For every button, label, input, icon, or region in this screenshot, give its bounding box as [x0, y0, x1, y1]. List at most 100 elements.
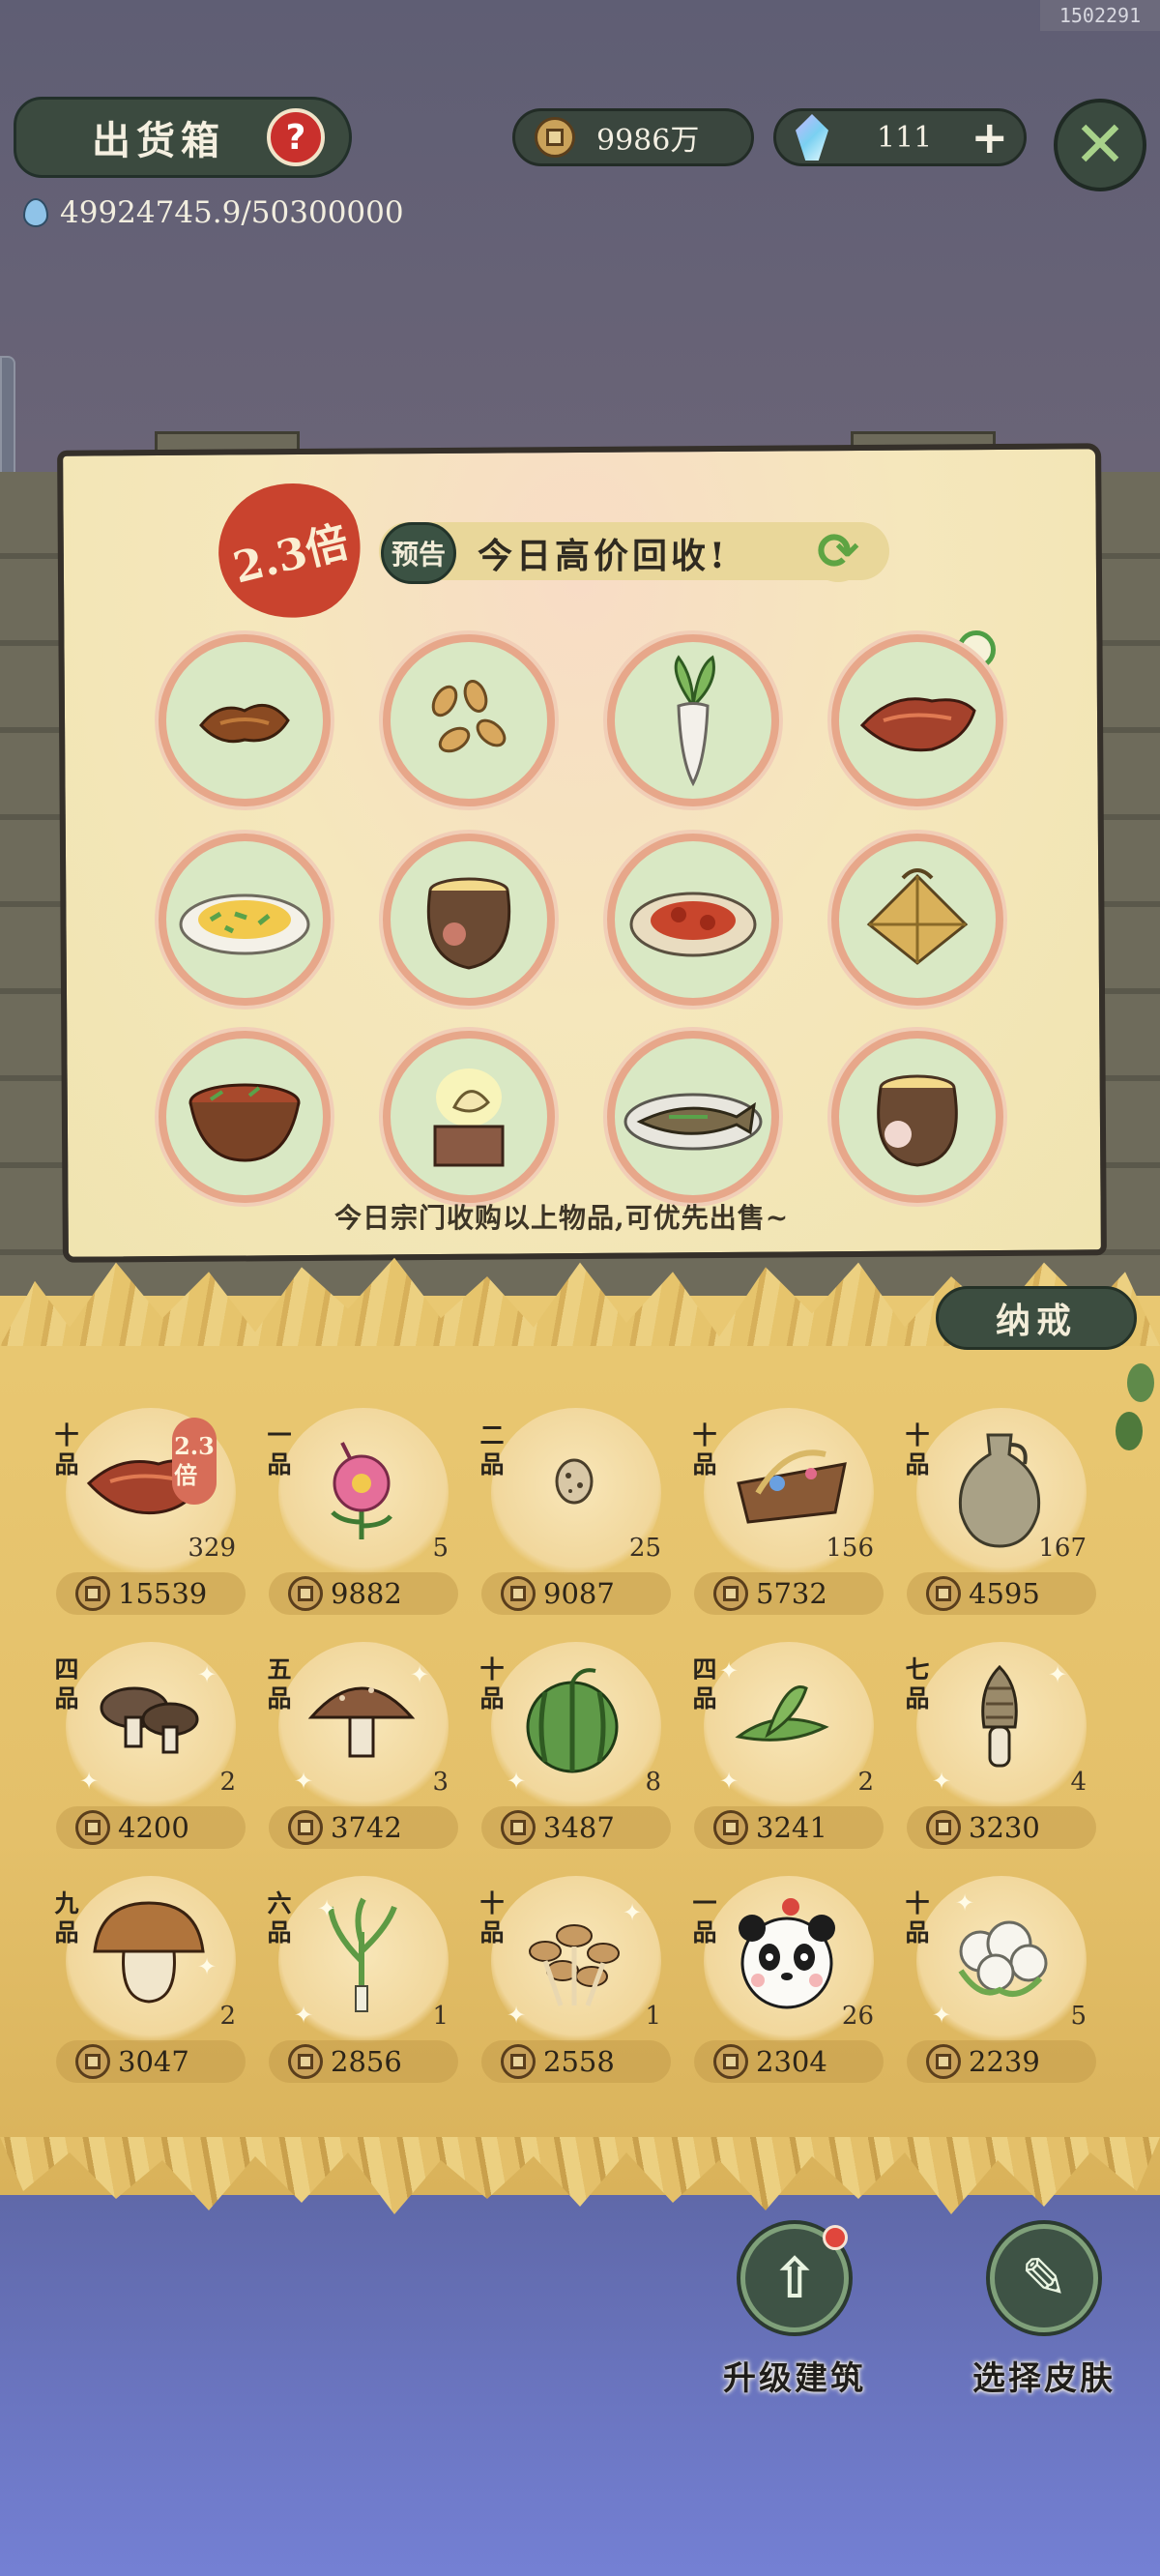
sparkle-icon: ✦: [294, 1768, 314, 1795]
item-price: 15539: [118, 1577, 208, 1610]
hot-item-radish[interactable]: [607, 634, 779, 806]
inventory-slot[interactable]: ✦ ✦ 十品 1 2558: [478, 1876, 671, 2089]
pink-flower-icon: [331, 1442, 392, 1539]
coin-counter[interactable]: 9986万: [512, 108, 754, 166]
question-icon[interactable]: ?: [267, 108, 325, 166]
item-grade: 五品: [267, 1655, 292, 1712]
price-tag: 2304: [694, 2040, 884, 2083]
herb-bundle-icon: [737, 1449, 847, 1524]
coin-icon: [75, 1576, 110, 1611]
item-grade: 四品: [54, 1655, 79, 1712]
price-tag: 3742: [269, 1806, 458, 1849]
hot-item-steamed-fish[interactable]: [607, 1031, 779, 1203]
roasted-meat-icon: [199, 703, 290, 744]
hot-item-clay-pot-soup[interactable]: [383, 834, 555, 1006]
coin-icon: [535, 117, 575, 158]
notification-dot: [823, 2225, 848, 2250]
item-price: 2239: [969, 2045, 1040, 2078]
inventory-slot[interactable]: ✦ ✦ 六品 1 2856: [265, 1876, 458, 2089]
item-count: 5: [432, 1534, 449, 1563]
item-count: 25: [628, 1534, 661, 1563]
upgrade-building-label: 升级建筑: [723, 2359, 866, 2398]
hot-item-seeds[interactable]: [383, 634, 555, 806]
watermelon-icon: [526, 1668, 619, 1773]
hot-item-golden-pedestal[interactable]: [383, 1031, 555, 1203]
tab-nazi[interactable]: 纳戒: [936, 1286, 1137, 1350]
upgrade-building-button[interactable]: ⇧ 升级建筑: [698, 2224, 891, 2408]
clay-jar-icon: [958, 1433, 1041, 1548]
item-count: 8: [645, 1768, 661, 1797]
item-price: 2856: [331, 2045, 402, 2078]
price-tag: 2856: [269, 2040, 458, 2083]
choose-skin-button[interactable]: ✎ 选择皮肤: [947, 2224, 1141, 2408]
green-onion-icon: [328, 1897, 397, 2012]
item-grade: 一品: [692, 1889, 717, 1947]
inventory-slot[interactable]: ✦ ✦ 五品 3 3742: [265, 1642, 458, 1855]
hot-item-zongzi-basket[interactable]: [831, 834, 1003, 1006]
hot-item-porcelain-pot[interactable]: [831, 1031, 1003, 1203]
close-icon: ✕: [1073, 107, 1127, 182]
item-count: 2: [857, 1768, 874, 1797]
seeds-icon: [431, 680, 507, 753]
inventory-slot[interactable]: 十品 2.3 倍 329 15539: [52, 1408, 246, 1621]
porcini-icon: [93, 1901, 205, 2004]
hot-item-meat-bowl[interactable]: [159, 1031, 331, 1203]
item-count: 1: [432, 2002, 449, 2031]
price-tag: 5732: [694, 1572, 884, 1615]
coin-icon: [288, 1576, 323, 1611]
inventory-slot[interactable]: ✦ ✦ 十品 5 2239: [903, 1876, 1096, 2089]
bonus-tag: 2.3 倍: [172, 1418, 217, 1505]
gem-counter: 111 +: [773, 108, 1027, 166]
sparkle-icon: ✦: [294, 2002, 314, 2029]
inventory-slot[interactable]: ✦ 十品 8 3487: [478, 1642, 671, 1855]
inventory-slot[interactable]: ✦ ✦ 四品 2 3241: [690, 1642, 884, 1855]
item-price: 3047: [118, 2045, 189, 2078]
inventory-slot[interactable]: 十品 167 4595: [903, 1408, 1096, 1621]
preview-button[interactable]: 预告: [381, 522, 456, 584]
panda-icon: [739, 1898, 835, 2009]
item-price: 4595: [969, 1577, 1040, 1610]
hot-item-braised-pork[interactable]: [831, 634, 1003, 806]
inventory-slot[interactable]: 一品 5 9882: [265, 1408, 458, 1621]
item-price: 2558: [543, 2045, 615, 2078]
inventory-slot[interactable]: 一品 26 2304: [690, 1876, 884, 2089]
add-gems-button[interactable]: +: [971, 115, 1008, 160]
price-tag: 3487: [481, 1806, 671, 1849]
sparkle-icon: ✦: [1048, 1661, 1068, 1688]
inventory-slot[interactable]: ✦ 九品 2 3047: [52, 1876, 246, 2089]
item-price: 9087: [543, 1577, 615, 1610]
inventory-slot[interactable]: ✦ ✦ 七品 4 3230: [903, 1642, 1096, 1855]
item-grade: 十品: [905, 1421, 930, 1478]
refresh-button[interactable]: ⟳: [808, 522, 868, 582]
hot-item-fried-egg-dish[interactable]: [159, 834, 331, 1006]
gem-amount: 111: [877, 120, 933, 155]
item-grade: 四品: [692, 1655, 717, 1712]
item-grade: 十品: [54, 1421, 79, 1478]
steamed-fish-icon: [624, 1093, 763, 1151]
price-tag: 2558: [481, 2040, 671, 2083]
hot-item-roasted-meat[interactable]: [159, 634, 331, 806]
sparkle-icon: ✦: [932, 1768, 952, 1795]
item-grade: 十品: [692, 1421, 717, 1478]
inventory-slot[interactable]: 二品 25 9087: [478, 1408, 671, 1621]
clay-pot-soup-icon: [426, 877, 511, 970]
enoki-cluster-icon: [529, 1924, 620, 2006]
meat-bowl-icon: [188, 1083, 301, 1162]
coin-icon: [713, 2044, 748, 2079]
morel-icon: [981, 1664, 1018, 1768]
choose-skin-circle: ✎: [990, 2224, 1098, 2332]
inventory-slot[interactable]: 十品 156 5732: [690, 1408, 884, 1621]
inventory-slot[interactable]: ✦ ✦ 四品 2 4200: [52, 1642, 246, 1855]
item-grade: 十品: [905, 1889, 930, 1947]
price-tag: 15539: [56, 1572, 246, 1615]
cauliflower-icon: [958, 1920, 1048, 1997]
sparkle-icon: ✦: [79, 1768, 100, 1795]
shiitake-icon: [100, 1686, 199, 1754]
close-button[interactable]: ✕: [1054, 99, 1146, 191]
sparkle-icon: ✦: [507, 1768, 527, 1795]
item-grade: 九品: [54, 1889, 79, 1947]
price-tag: 4200: [56, 1806, 246, 1849]
item-count: 5: [1070, 2002, 1087, 2031]
quail-egg-icon: [555, 1458, 594, 1505]
hot-item-sweet-sour-pork[interactable]: [607, 834, 779, 1006]
